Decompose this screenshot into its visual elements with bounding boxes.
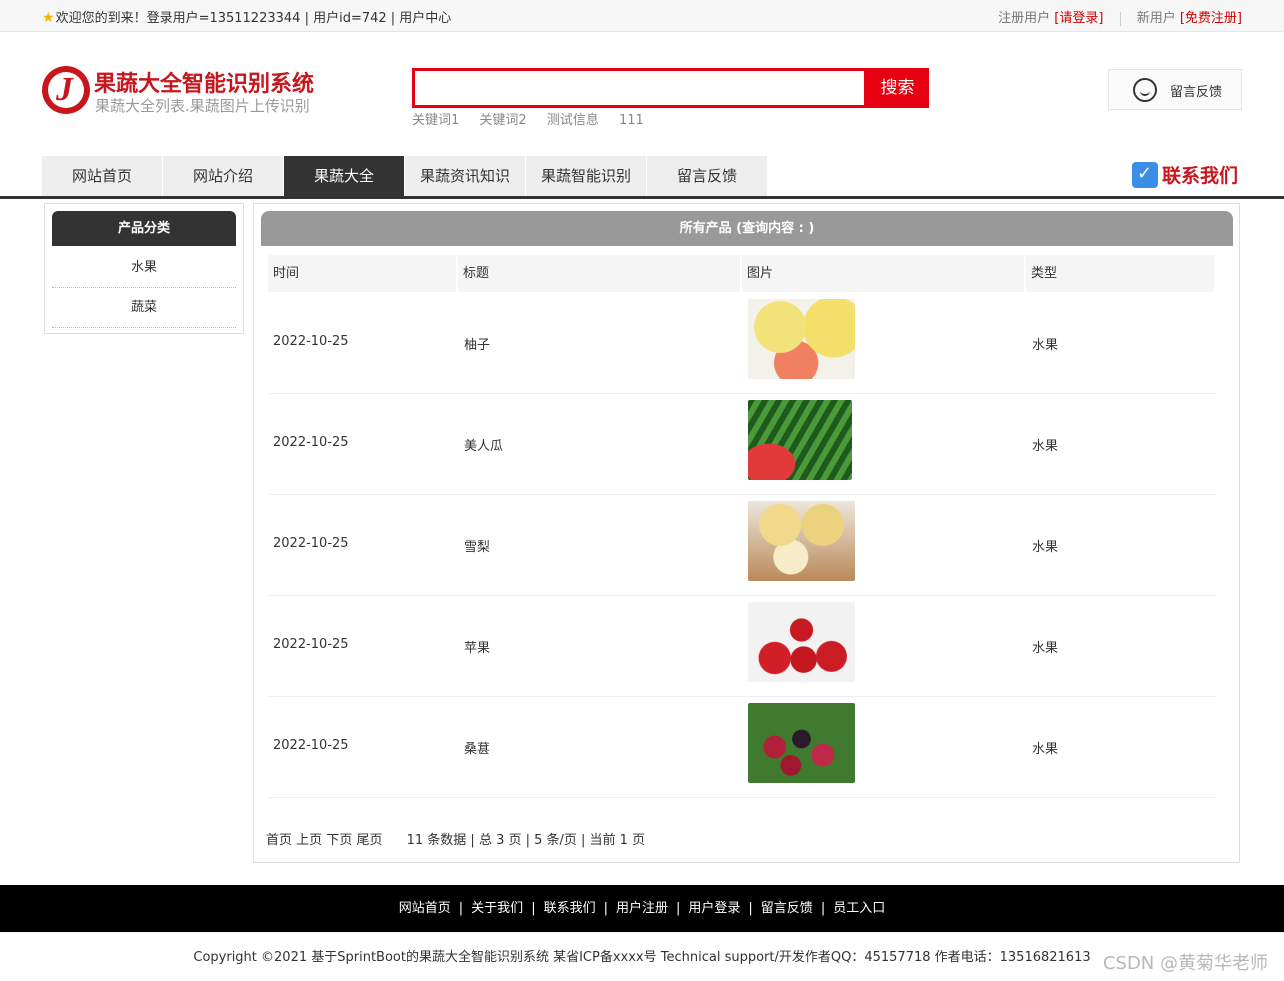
pager-next[interactable]: 下页 — [326, 833, 352, 848]
product-panel: 所有产品 (查询内容 : ) 时间 标题 图片 类型 2022-10-25 柚子… — [253, 203, 1240, 863]
divider — [1119, 11, 1121, 26]
row-title[interactable]: 雪梨 — [464, 536, 490, 555]
row-title[interactable]: 苹果 — [464, 637, 490, 656]
row-date: 2022-10-25 — [273, 536, 349, 551]
footer-link-login[interactable]: 用户登录 — [688, 901, 740, 916]
category-fruit[interactable]: 水果 — [52, 248, 236, 288]
pear-image[interactable] — [748, 501, 855, 581]
register-link[interactable]: [免费注册] — [1180, 11, 1242, 26]
keyword-link[interactable]: 关键词1 — [412, 113, 459, 128]
row-title[interactable]: 美人瓜 — [464, 435, 503, 454]
pagination: 首页 上页 下页 尾页 11 条数据 | 总 3 页 | 5 条/页 | 当前 … — [266, 829, 645, 848]
site-title: 果蔬大全智能识别系统 — [94, 72, 315, 97]
row-title[interactable]: 柚子 — [464, 334, 490, 353]
column-header: 标题 — [458, 255, 740, 292]
search-button[interactable]: 搜索 — [866, 68, 929, 108]
welcome-area: ★欢迎您的到来！登录用户=13511223344 | 用户id=742 | 用户… — [42, 7, 451, 26]
table-row[interactable]: 2022-10-25 柚子 水果 — [268, 293, 1216, 394]
welcome-text[interactable]: 欢迎您的到来！登录用户=13511223344 | 用户id=742 | 用户中… — [56, 11, 452, 26]
divider: | — [458, 901, 464, 916]
mulberry-image[interactable] — [748, 703, 855, 783]
column-header: 图片 — [742, 255, 1024, 292]
divider: | — [676, 901, 681, 916]
watermark: CSDN @黄菊华老师 — [1102, 953, 1268, 974]
hot-keywords: 关键词1 关键词2 测试信息 111 — [412, 109, 660, 128]
row-type: 水果 — [1032, 338, 1059, 353]
footer-link-register[interactable]: 用户注册 — [616, 901, 668, 916]
apple-image[interactable] — [748, 602, 855, 682]
pager-last[interactable]: 尾页 — [356, 833, 382, 848]
row-type: 水果 — [1032, 439, 1059, 454]
footer-link-contact[interactable]: 联系我们 — [544, 901, 596, 916]
table-row[interactable]: 2022-10-25 美人瓜 水果 — [268, 394, 1216, 495]
panel-title: 所有产品 (查询内容 : ) — [261, 211, 1233, 246]
category-vegetable[interactable]: 蔬菜 — [52, 288, 236, 328]
copyright: Copyright ©2021 基于SprintBoot的果蔬大全智能识别系统 … — [0, 932, 1284, 981]
nav-item-home[interactable]: 网站首页 — [42, 156, 162, 196]
register-prefix: 新用户 — [1136, 11, 1180, 26]
nav-divider — [0, 196, 1284, 199]
row-type: 水果 — [1032, 641, 1059, 656]
footer-nav: 网站首页 | 关于我们 | 联系我们 | 用户注册 | 用户登录 | 留言反馈 | 员工入口 — [0, 885, 1284, 932]
contact-label: 联系我们 — [1162, 165, 1239, 187]
main-nav: 网站首页 网站介绍 果蔬大全 果蔬资讯知识 果蔬智能识别 留言反馈 — [42, 156, 768, 196]
column-header: 类型 — [1026, 255, 1214, 292]
row-date: 2022-10-25 — [273, 637, 349, 652]
check-phone-icon — [1132, 161, 1158, 188]
table-row[interactable]: 2022-10-25 苹果 水果 — [268, 596, 1216, 697]
account-links: 注册用户 [请登录] 新用户 [免费注册] — [998, 7, 1242, 26]
keyword-link[interactable]: 关键词2 — [479, 113, 526, 128]
site-subtitle: 果蔬大全列表.果蔬图片上传识别 — [95, 97, 310, 115]
table-header: 时间 标题 图片 类型 — [268, 255, 1216, 292]
feedback-button[interactable]: 留言反馈 — [1108, 69, 1242, 110]
watermelon-image[interactable] — [748, 400, 852, 480]
pager-first[interactable]: 首页 — [266, 833, 292, 848]
row-type: 水果 — [1032, 742, 1059, 757]
nav-item-about[interactable]: 网站介绍 — [163, 156, 283, 196]
column-header: 时间 — [268, 255, 456, 292]
nav-item-feedback[interactable]: 留言反馈 — [647, 156, 767, 196]
footer-link-about[interactable]: 关于我们 — [471, 901, 523, 916]
keyword-link[interactable]: 测试信息 — [547, 113, 599, 128]
footer-link-staff[interactable]: 员工入口 — [833, 901, 885, 916]
customer-service-icon — [1133, 78, 1157, 102]
login-prefix: 注册用户 — [998, 11, 1055, 26]
divider: | — [820, 901, 826, 916]
contact-us-link[interactable]: 联系我们 — [1132, 161, 1238, 191]
row-type: 水果 — [1032, 540, 1059, 555]
feedback-label: 留言反馈 — [1170, 85, 1223, 100]
pager-prev[interactable]: 上页 — [296, 833, 322, 848]
row-date: 2022-10-25 — [273, 738, 349, 753]
category-sidebar: 产品分类 水果 蔬菜 — [44, 203, 244, 334]
nav-item-news[interactable]: 果蔬资讯知识 — [405, 156, 525, 196]
table-row[interactable]: 2022-10-25 雪梨 水果 — [268, 495, 1216, 596]
divider: | — [531, 901, 536, 916]
divider: | — [748, 901, 753, 916]
star-icon: ★ — [42, 10, 55, 26]
search-input[interactable] — [412, 68, 867, 108]
login-link[interactable]: [请登录] — [1054, 11, 1103, 26]
row-title[interactable]: 桑葚 — [464, 738, 490, 757]
nav-item-recognition[interactable]: 果蔬智能识别 — [526, 156, 646, 196]
row-date: 2022-10-25 — [273, 435, 349, 450]
keyword-link[interactable]: 111 — [619, 113, 644, 128]
footer-link-feedback[interactable]: 留言反馈 — [761, 901, 813, 916]
row-date: 2022-10-25 — [273, 334, 349, 349]
footer-link-home[interactable]: 网站首页 — [399, 901, 451, 916]
sidebar-title: 产品分类 — [52, 211, 236, 246]
pager-info: 11 条数据 | 总 3 页 | 5 条/页 | 当前 1 页 — [406, 833, 646, 848]
site-logo-icon[interactable]: J — [42, 66, 90, 114]
divider: | — [603, 901, 608, 916]
nav-item-products[interactable]: 果蔬大全 — [284, 156, 404, 196]
pomelo-image[interactable] — [748, 299, 855, 379]
top-bar: ★欢迎您的到来！登录用户=13511223344 | 用户id=742 | 用户… — [0, 0, 1284, 32]
table-row[interactable]: 2022-10-25 桑葚 水果 — [268, 697, 1216, 798]
